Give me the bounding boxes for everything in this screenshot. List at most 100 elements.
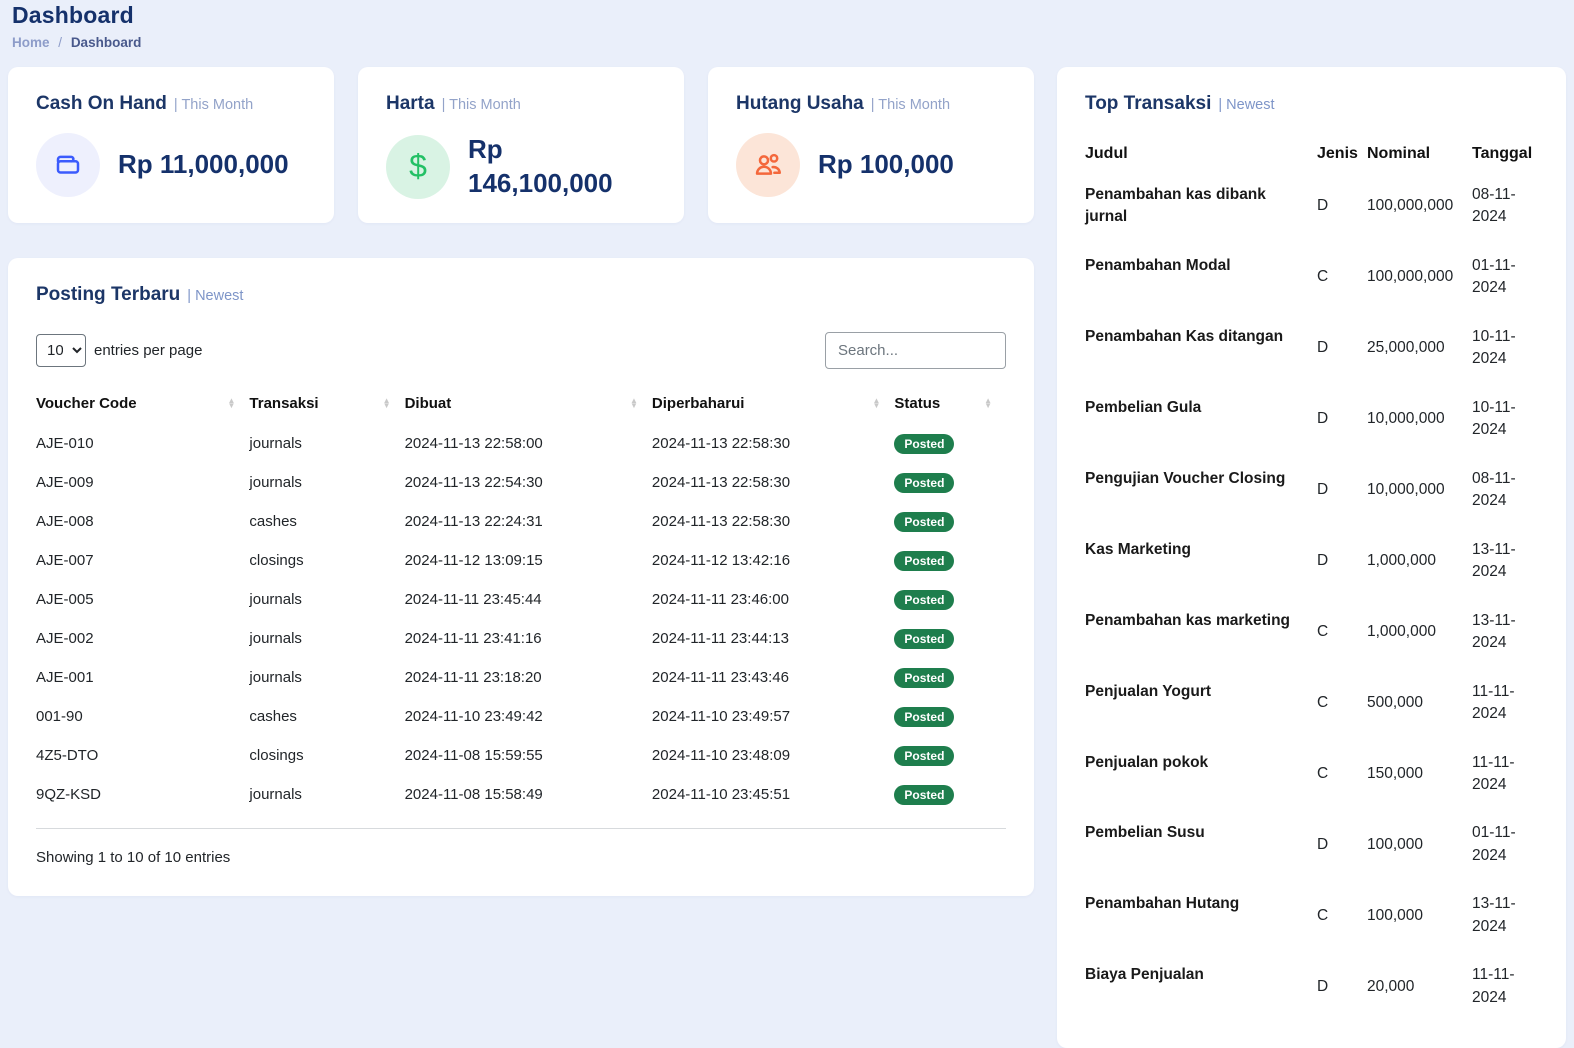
card-subtitle: | This Month bbox=[173, 97, 254, 113]
status-badge: Posted bbox=[894, 433, 955, 454]
table-divider bbox=[36, 828, 1006, 829]
entries-per-page-select[interactable]: 10 bbox=[36, 334, 86, 367]
dibuat-cell: 2024-11-11 23:41:16 bbox=[404, 630, 542, 647]
column-header-diperbaharui[interactable]: Diperbaharui ▲ ▼ bbox=[652, 383, 895, 424]
dibuat-cell: 2024-11-08 15:58:49 bbox=[404, 786, 543, 803]
tanggal-cell: 13-11-2024 bbox=[1472, 895, 1516, 935]
dashboard-page: Dashboard Home / Dashboard Cash On Hand … bbox=[0, 0, 1574, 1048]
column-header-status[interactable]: Status ▲ ▼ bbox=[894, 383, 1006, 424]
column-header-judul: Judul bbox=[1085, 145, 1128, 162]
dibuat-cell: 2024-11-12 13:09:15 bbox=[404, 552, 543, 569]
card-subtitle: | This Month bbox=[870, 97, 951, 113]
top-transaksi-header-row: Judul Jenis Nominal Tanggal bbox=[1085, 137, 1538, 171]
diperbaharui-cell: 2024-11-10 23:49:57 bbox=[651, 708, 791, 725]
dollar-icon: $ bbox=[386, 134, 450, 199]
jenis-cell: C bbox=[1317, 623, 1329, 641]
card-amount: Rp 146,100,000 bbox=[468, 134, 613, 198]
sort-icon[interactable]: ▲ ▼ bbox=[630, 396, 638, 409]
status-badge: Posted bbox=[894, 706, 955, 727]
table-row[interactable]: Pembelian Gula D 10,000,000 10-11-2024 bbox=[1085, 384, 1538, 455]
nominal-cell: 1,000,000 bbox=[1367, 623, 1436, 641]
voucher-code-cell: 001-90 bbox=[36, 708, 83, 725]
transaksi-cell: journals bbox=[249, 630, 302, 647]
column-header-dibuat[interactable]: Dibuat ▲ ▼ bbox=[405, 383, 652, 424]
jenis-cell: D bbox=[1317, 481, 1329, 499]
diperbaharui-cell: 2024-11-10 23:45:51 bbox=[651, 786, 791, 803]
status-badge: Posted bbox=[894, 472, 955, 493]
card-amount: Rp 11,000,000 bbox=[118, 149, 289, 180]
table-row[interactable]: Kas Marketing D 1,000,000 13-11-2024 bbox=[1085, 526, 1538, 597]
users-icon bbox=[736, 133, 800, 197]
table-footer-text: Showing 1 to 10 of 10 entries bbox=[36, 849, 231, 866]
table-row[interactable]: Penambahan kas marketing C 1,000,000 13-… bbox=[1085, 597, 1538, 668]
judul-cell: Kas Marketing bbox=[1085, 540, 1191, 558]
tanggal-cell: 10-11-2024 bbox=[1472, 398, 1516, 439]
table-row[interactable]: 001-90 cashes 2024-11-10 23:49:42 2024-1… bbox=[36, 697, 1006, 736]
diperbaharui-cell: 2024-11-11 23:46:00 bbox=[651, 591, 789, 608]
table-row[interactable]: AJE-002 journals 2024-11-11 23:41:16 202… bbox=[36, 619, 1006, 658]
jenis-cell: C bbox=[1317, 764, 1329, 782]
top-transaksi-title: Top Transaksi bbox=[1085, 93, 1212, 114]
tanggal-cell: 13-11-2024 bbox=[1472, 611, 1516, 652]
table-row[interactable]: Penambahan Kas ditangan D 25,000,000 10-… bbox=[1085, 313, 1538, 384]
nominal-cell: 100,000,000 bbox=[1367, 268, 1454, 286]
diperbaharui-cell: 2024-11-13 22:58:30 bbox=[651, 435, 791, 452]
table-row[interactable]: AJE-008 cashes 2024-11-13 22:24:31 2024-… bbox=[36, 502, 1006, 541]
dibuat-cell: 2024-11-08 15:59:55 bbox=[404, 747, 543, 764]
table-row[interactable]: Pengujian Voucher Closing D 10,000,000 0… bbox=[1085, 455, 1538, 526]
status-cell: Posted bbox=[894, 697, 1006, 736]
page-title: Dashboard bbox=[12, 2, 134, 28]
sort-icon[interactable]: ▲ ▼ bbox=[227, 396, 235, 409]
table-row[interactable]: Biaya Penjualan D 20,000 11-11-2024 bbox=[1085, 951, 1538, 1022]
table-row[interactable]: Penjualan pokok C 150,000 11-11-2024 bbox=[1085, 739, 1538, 810]
nominal-cell: 1,000,000 bbox=[1367, 552, 1436, 570]
jenis-cell: D bbox=[1317, 197, 1329, 215]
sort-icon[interactable]: ▲ ▼ bbox=[383, 396, 391, 409]
tanggal-cell: 08-11-2024 bbox=[1472, 469, 1516, 510]
table-row[interactable]: Penambahan kas dibank jurnal D 100,000,0… bbox=[1085, 171, 1538, 242]
status-cell: Posted bbox=[894, 502, 1006, 541]
table-row[interactable]: Penjualan Yogurt C 500,000 11-11-2024 bbox=[1085, 668, 1538, 739]
table-row[interactable]: Pembelian Susu D 100,000 01-11-2024 bbox=[1085, 809, 1538, 880]
card-title: Cash On Hand bbox=[36, 93, 167, 114]
posting-table: Voucher Code ▲ ▼ Transaksi ▲ ▼ Dibuat ▲ ▼ bbox=[36, 383, 1006, 814]
tanggal-cell: 11-11-2024 bbox=[1472, 966, 1515, 1006]
top-transaksi-table: Judul Jenis Nominal Tanggal Penambahan k… bbox=[1085, 137, 1538, 1022]
transaksi-cell: journals bbox=[249, 786, 302, 803]
voucher-code-cell: AJE-005 bbox=[36, 591, 94, 608]
sort-icon[interactable]: ▲ ▼ bbox=[984, 396, 992, 409]
table-row[interactable]: AJE-007 closings 2024-11-12 13:09:15 202… bbox=[36, 541, 1006, 580]
table-row[interactable]: AJE-001 journals 2024-11-11 23:18:20 202… bbox=[36, 658, 1006, 697]
table-row[interactable]: Penambahan Hutang C 100,000 13-11-2024 bbox=[1085, 880, 1538, 951]
table-row[interactable]: AJE-010 journals 2024-11-13 22:58:00 202… bbox=[36, 424, 1006, 463]
dibuat-cell: 2024-11-11 23:18:20 bbox=[404, 669, 542, 686]
judul-cell: Penambahan Modal bbox=[1085, 256, 1231, 274]
search-input[interactable] bbox=[825, 332, 1006, 369]
column-header-voucher-code[interactable]: Voucher Code ▲ ▼ bbox=[36, 383, 249, 424]
judul-cell: Pengujian Voucher Closing bbox=[1085, 469, 1286, 487]
judul-cell: Penambahan kas dibank jurnal bbox=[1085, 186, 1266, 226]
breadcrumb-home-link[interactable]: Home bbox=[12, 35, 50, 50]
table-row[interactable]: AJE-009 journals 2024-11-13 22:54:30 202… bbox=[36, 463, 1006, 502]
judul-cell: Pembelian Susu bbox=[1085, 824, 1205, 842]
status-cell: Posted bbox=[894, 424, 1006, 463]
dibuat-cell: 2024-11-13 22:54:30 bbox=[404, 474, 543, 491]
tanggal-cell: 01-11-2024 bbox=[1472, 256, 1516, 297]
nominal-cell: 100,000,000 bbox=[1367, 197, 1454, 215]
transaksi-cell: journals bbox=[249, 591, 302, 608]
nominal-cell: 20,000 bbox=[1367, 977, 1415, 995]
card-subtitle: | This Month bbox=[441, 97, 521, 113]
table-row[interactable]: 9QZ-KSD journals 2024-11-08 15:58:49 202… bbox=[36, 775, 1006, 814]
table-row[interactable]: 4Z5-DTO closings 2024-11-08 15:59:55 202… bbox=[36, 736, 1006, 775]
table-row[interactable]: Penambahan Modal C 100,000,000 01-11-202… bbox=[1085, 242, 1538, 313]
voucher-code-cell: 4Z5-DTO bbox=[36, 747, 99, 764]
voucher-code-cell: AJE-010 bbox=[36, 435, 94, 452]
sort-icon[interactable]: ▲ ▼ bbox=[873, 396, 881, 409]
nominal-cell: 10,000,000 bbox=[1367, 481, 1445, 499]
voucher-code-cell: AJE-007 bbox=[36, 552, 94, 569]
column-header-transaksi[interactable]: Transaksi ▲ ▼ bbox=[249, 383, 404, 424]
judul-cell: Penambahan kas marketing bbox=[1085, 611, 1291, 629]
jenis-cell: C bbox=[1317, 906, 1329, 924]
judul-cell: Biaya Penjualan bbox=[1085, 966, 1204, 984]
table-row[interactable]: AJE-005 journals 2024-11-11 23:45:44 202… bbox=[36, 580, 1006, 619]
